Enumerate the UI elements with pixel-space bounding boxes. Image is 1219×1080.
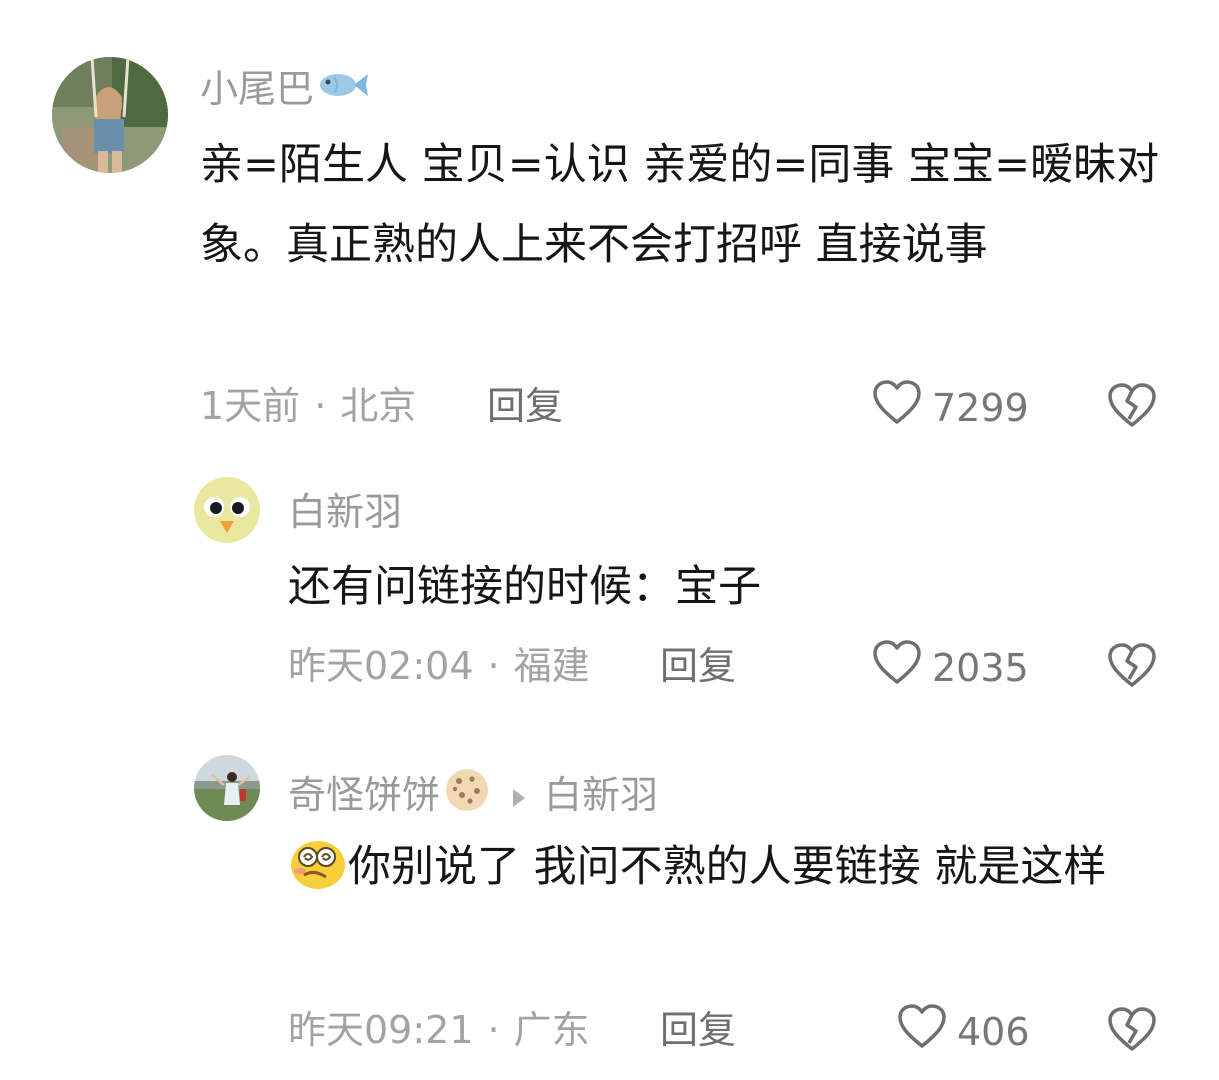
reply-to-name[interactable]: 白新羽 [544,772,658,818]
like-button[interactable]: 2035 [872,640,1029,696]
dislike-button[interactable] [1107,1007,1157,1057]
broken-heart-icon [1107,383,1157,433]
like-count: 406 [957,1010,1030,1054]
separator: · [487,1008,500,1052]
heart-icon [897,1004,947,1060]
separator: · [487,644,500,688]
timestamp: 昨天09:21 [288,1008,474,1052]
avatar[interactable] [52,57,168,173]
reply-button[interactable]: 回复 [487,383,563,429]
reply-arrow-icon [512,772,526,818]
comment-meta: 昨天02:04 · 福建 [288,643,590,689]
avatar[interactable] [194,477,260,543]
timestamp: 1天前 [200,384,301,428]
location: 福建 [513,644,590,688]
comment-text: 你别说了 我问不熟的人要链接 就是这样 [288,827,1168,917]
broken-heart-icon [1107,1007,1157,1057]
like-count: 7299 [932,386,1029,430]
comment-meta: 昨天09:21 · 广东 [288,1007,590,1053]
location: 广东 [513,1008,590,1052]
like-count: 2035 [932,646,1029,690]
comment-text: 还有问链接的时候：宝子 [288,562,761,612]
comment-text: 亲=陌生人 宝贝=认识 亲爱的=同事 宝宝=暧昧对象。真正熟的人上来不会打招呼 … [200,140,1160,270]
author-name[interactable]: 奇怪饼饼 [288,772,440,818]
like-button[interactable]: 406 [897,1004,1030,1060]
heart-icon [872,640,922,696]
like-button[interactable]: 7299 [872,380,1029,436]
author-name[interactable]: 小尾巴 [200,66,314,112]
broken-heart-icon [1107,643,1157,693]
heart-icon [872,380,922,436]
dizzy-face-icon [288,835,348,917]
comment-meta: 1天前 · 北京 [200,383,416,429]
reply-button[interactable]: 回复 [660,643,736,689]
dislike-button[interactable] [1107,643,1157,693]
reply-button[interactable]: 回复 [660,1007,736,1053]
timestamp: 昨天02:04 [288,644,474,688]
separator: · [314,384,327,428]
avatar[interactable] [194,755,260,821]
location: 北京 [340,384,417,428]
dislike-button[interactable] [1107,383,1157,433]
fish-icon [316,66,369,112]
cookie-icon [444,767,490,823]
comment-text-content: 你别说了 我问不熟的人要链接 就是这样 [348,842,1107,892]
author-name[interactable]: 白新羽 [288,489,402,535]
